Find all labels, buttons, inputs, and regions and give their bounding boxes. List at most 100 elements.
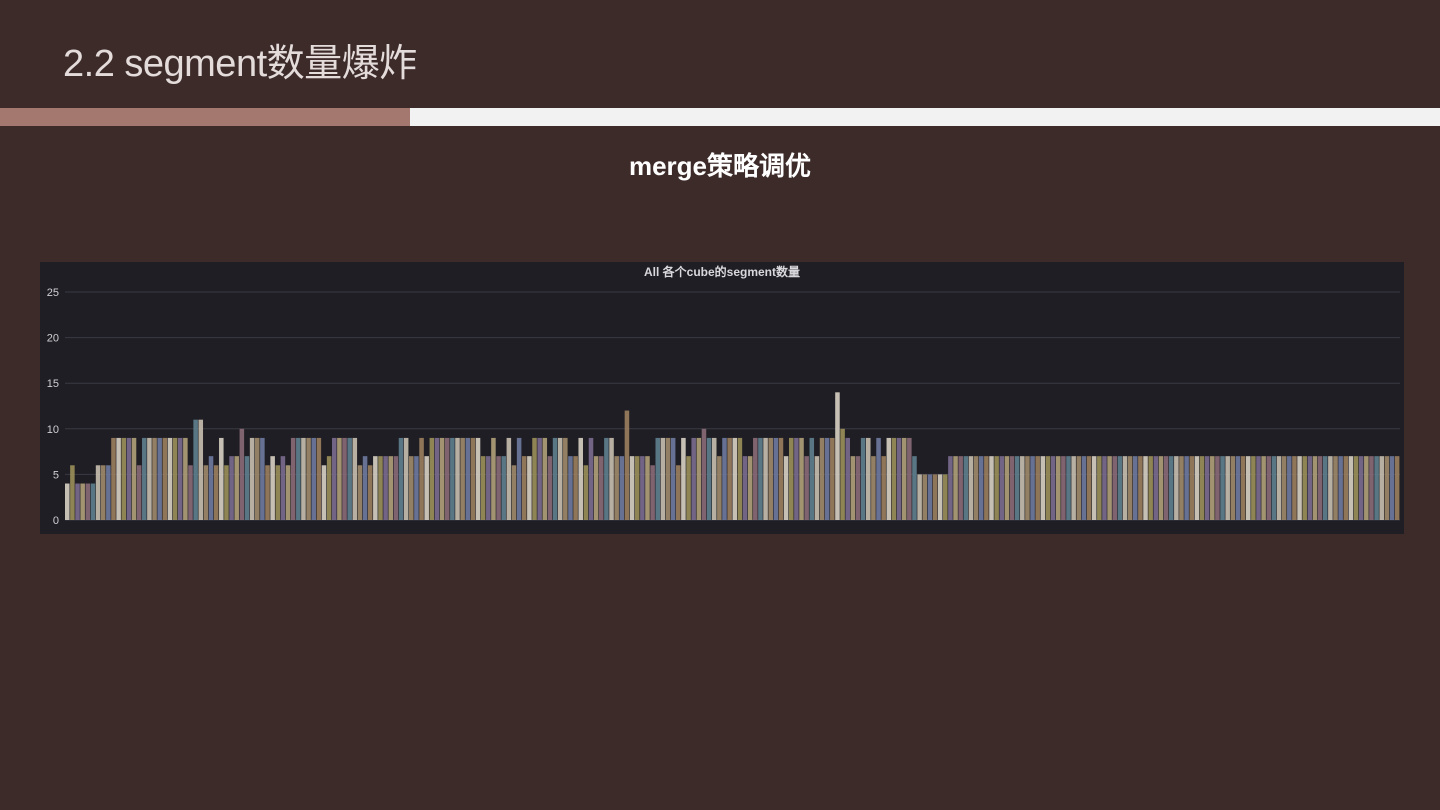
- bar: [660, 437, 666, 520]
- bar: [321, 465, 327, 520]
- bar: [357, 465, 363, 520]
- bar: [943, 474, 948, 520]
- accent-bar-right: [410, 108, 1440, 126]
- bar: [814, 456, 820, 520]
- bar: [1240, 456, 1246, 520]
- bar: [1071, 456, 1076, 520]
- bar: [634, 456, 640, 520]
- bar: [1317, 456, 1323, 520]
- bar: [665, 437, 671, 520]
- slide-title: 2.2 segment数量爆炸: [63, 43, 417, 85]
- bar: [619, 456, 625, 520]
- bar: [1225, 456, 1230, 520]
- bar: [1025, 456, 1030, 520]
- bar: [1364, 456, 1369, 520]
- bar: [763, 437, 768, 520]
- bar: [532, 437, 537, 520]
- bar: [1374, 456, 1379, 520]
- bar: [563, 437, 568, 520]
- bar: [860, 437, 866, 520]
- bar: [152, 437, 157, 520]
- bar: [670, 437, 676, 520]
- bar: [1333, 456, 1338, 520]
- bar: [537, 437, 542, 520]
- bar: [778, 437, 784, 520]
- bar: [116, 437, 121, 520]
- y-axis: 0 5 10 15 20 25: [47, 287, 59, 527]
- bar: [747, 456, 753, 520]
- bar: [1276, 456, 1282, 520]
- bar: [1251, 456, 1256, 520]
- bar: [901, 437, 907, 520]
- bar: [650, 465, 655, 520]
- bar: [984, 456, 989, 520]
- bar: [65, 483, 70, 520]
- bar: [1312, 456, 1318, 520]
- bar: [1122, 456, 1128, 520]
- bar: [927, 474, 933, 520]
- bar: [224, 465, 229, 520]
- bar: [409, 456, 414, 520]
- bar: [1297, 456, 1302, 520]
- bar: [491, 437, 496, 520]
- bar: [1184, 456, 1189, 520]
- bar: [1158, 456, 1164, 520]
- bar: [819, 437, 825, 520]
- segment-count-bar-chart: All 各个cube的segment数量 0 5 10 15 20 25: [47, 264, 1400, 527]
- bar: [106, 465, 111, 520]
- bar: [742, 456, 748, 520]
- bar: [989, 456, 994, 520]
- bar: [1117, 456, 1123, 520]
- bar: [1030, 456, 1035, 520]
- bar: [881, 456, 886, 520]
- bar: [696, 437, 702, 520]
- bar: [1379, 456, 1384, 520]
- bar: [1369, 456, 1374, 520]
- bar: [804, 456, 809, 520]
- bar: [835, 392, 840, 520]
- bar: [234, 456, 239, 520]
- bar: [1127, 456, 1133, 520]
- bar: [732, 437, 738, 520]
- bar: [1091, 456, 1097, 520]
- bar: [604, 437, 609, 520]
- bar: [609, 437, 614, 520]
- bar: [788, 437, 794, 520]
- bar: [1194, 456, 1200, 520]
- bar: [311, 437, 316, 520]
- bar: [1266, 456, 1272, 520]
- bar: [306, 437, 311, 520]
- bar: [542, 437, 548, 520]
- bar: [244, 456, 250, 520]
- bar: [373, 456, 378, 520]
- bar: [1133, 456, 1138, 520]
- bar: [475, 437, 481, 520]
- bar: [90, 483, 96, 520]
- bar: [717, 456, 722, 520]
- bar: [198, 419, 204, 520]
- bar: [1394, 456, 1400, 520]
- bar: [480, 456, 486, 520]
- bar: [1040, 456, 1046, 520]
- bar: [547, 456, 553, 520]
- bar: [1004, 456, 1010, 520]
- bar: [871, 456, 876, 520]
- bar: [999, 456, 1005, 520]
- bar: [655, 437, 661, 520]
- bar: [470, 437, 476, 520]
- bar: [573, 456, 578, 520]
- bar: [727, 437, 732, 520]
- bar: [711, 437, 717, 520]
- bar: [794, 437, 799, 520]
- bar: [486, 456, 491, 520]
- bar: [424, 456, 429, 520]
- bar: [1097, 456, 1102, 520]
- bar: [1256, 456, 1261, 520]
- bar: [1281, 456, 1287, 520]
- bar: [188, 465, 193, 520]
- y-tick-label: 25: [47, 287, 59, 299]
- bar: [1328, 456, 1333, 520]
- bar: [296, 437, 301, 520]
- bar: [1020, 456, 1025, 520]
- bar: [783, 456, 789, 520]
